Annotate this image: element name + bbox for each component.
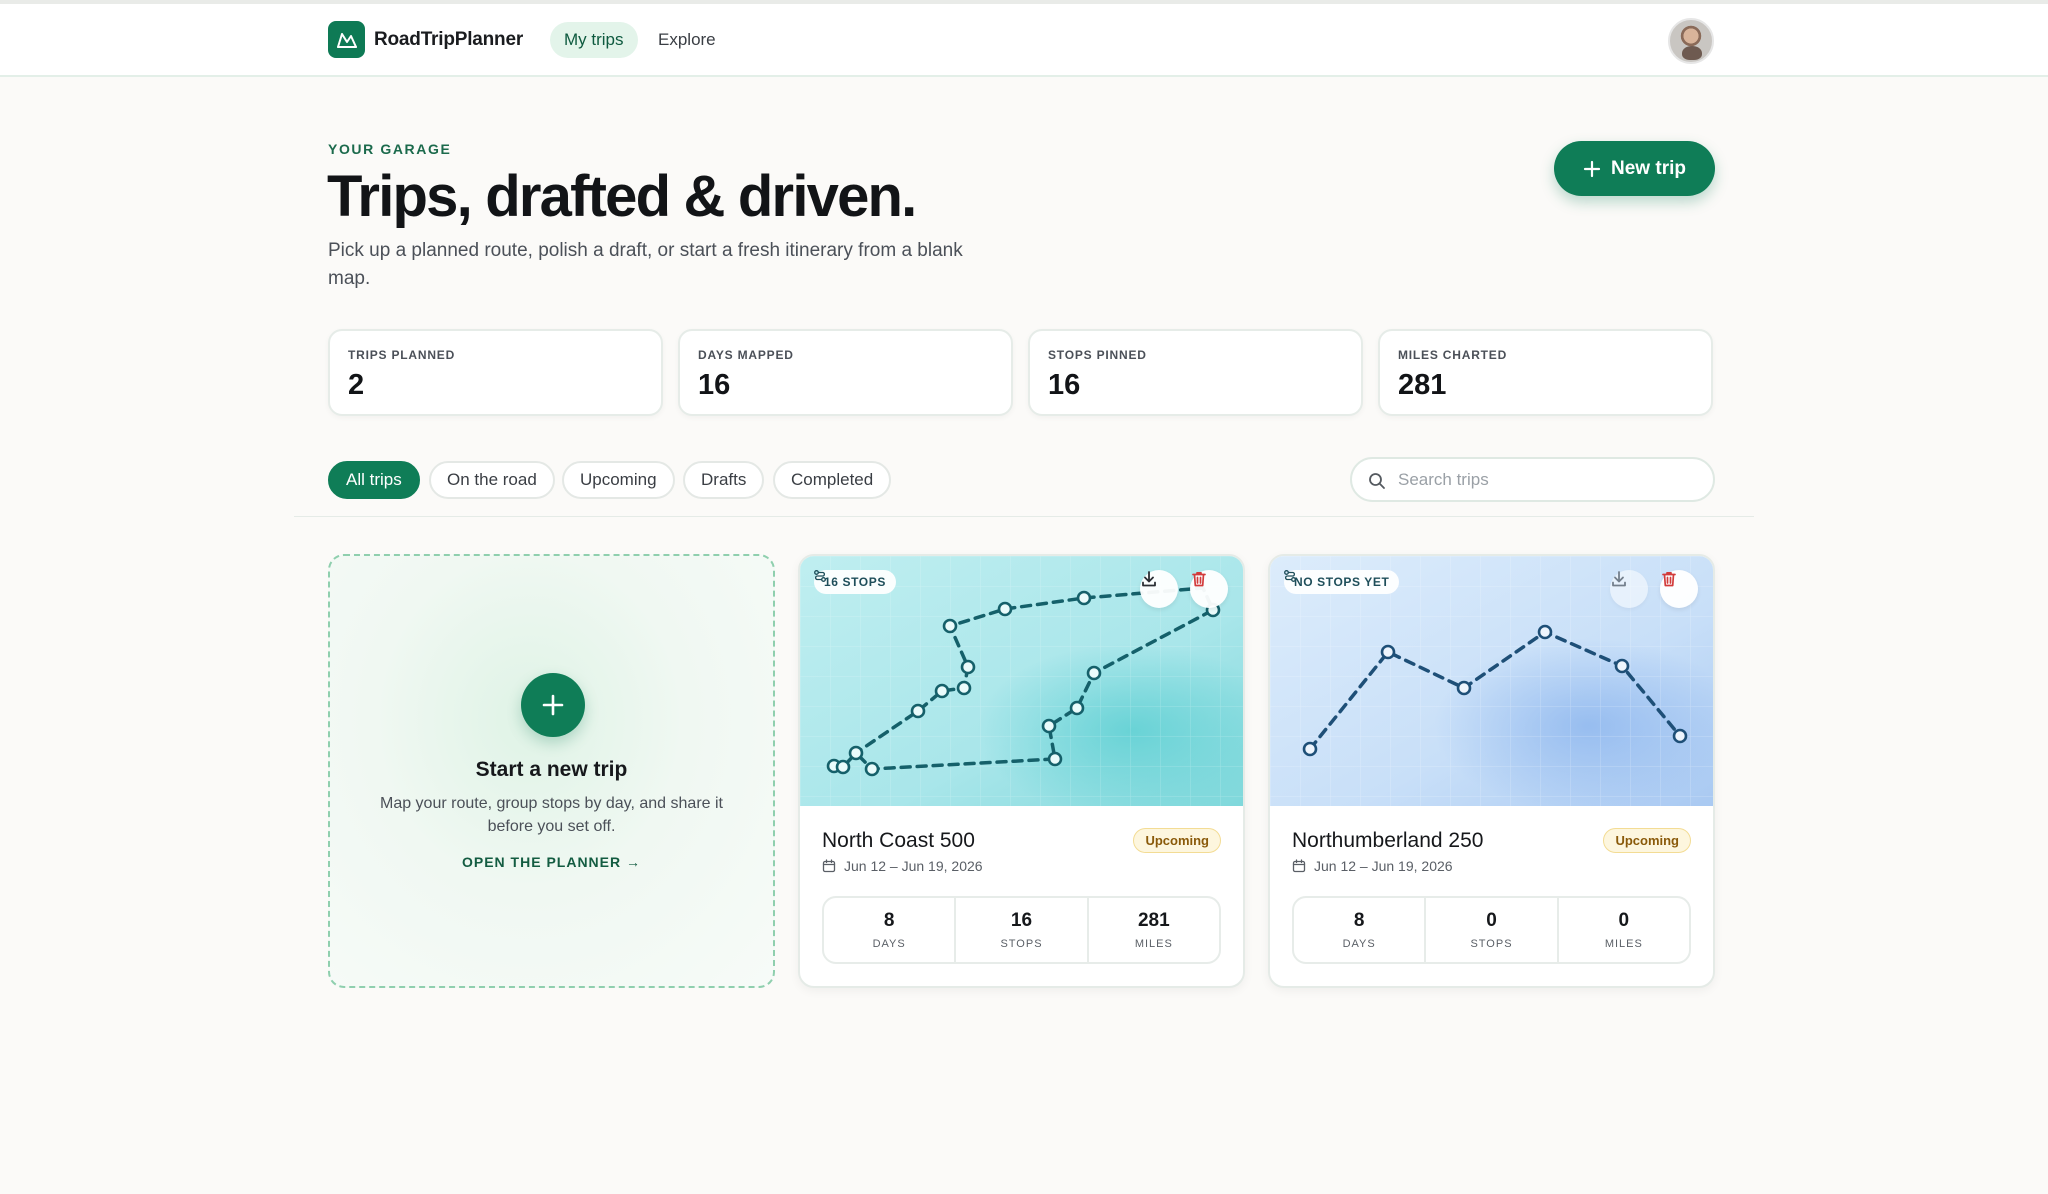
- trip-card[interactable]: NO STOPS YET Northumberland 250 Upcoming…: [1268, 554, 1715, 988]
- trip-stat-stops: 16 STOPS: [956, 898, 1089, 962]
- stat-value: 16: [698, 369, 731, 401]
- status-badge: Upcoming: [1133, 828, 1221, 853]
- add-trip-button[interactable]: [521, 673, 585, 737]
- status-badge: Upcoming: [1603, 828, 1691, 853]
- app-header: RoadTripPlanner My trips Explore: [0, 4, 2048, 77]
- filter-on-the-road[interactable]: On the road: [429, 461, 555, 499]
- trip-stat-value: 16: [1010, 910, 1033, 931]
- download-icon: [1612, 571, 1626, 587]
- trip-stat-days: 8 DAYS: [1294, 898, 1427, 962]
- calendar-icon: [822, 859, 836, 873]
- mountain-logo-icon[interactable]: [328, 21, 365, 58]
- trip-stat-stops: 0 STOPS: [1426, 898, 1559, 962]
- download-trip-button[interactable]: [1610, 570, 1648, 608]
- page-title: Trips, drafted & driven.: [327, 164, 917, 229]
- route-icon: [1284, 570, 1296, 582]
- stat-label: DAYS MAPPED: [698, 348, 794, 362]
- route-map-preview: 16 STOPS: [800, 556, 1243, 806]
- filter-upcoming[interactable]: Upcoming: [562, 461, 675, 499]
- trip-stat-label: DAYS: [872, 938, 906, 950]
- search-input[interactable]: [1398, 467, 1698, 493]
- route-icon: [814, 570, 826, 582]
- trash-icon: [1192, 571, 1206, 587]
- stat-card-stops-pinned: STOPS PINNED 16: [1028, 329, 1363, 416]
- new-trip-button-label: New trip: [1611, 157, 1686, 179]
- filter-completed[interactable]: Completed: [773, 461, 892, 499]
- stat-label: TRIPS PLANNED: [348, 348, 456, 362]
- open-planner-link[interactable]: OPEN THE PLANNER →: [330, 854, 773, 870]
- stat-value: 2: [348, 369, 365, 401]
- calendar-icon: [1292, 859, 1306, 873]
- delete-trip-button[interactable]: [1190, 570, 1228, 608]
- trip-card[interactable]: 16 STOPS North Coast 500 Upcoming Jun 12…: [798, 554, 1245, 988]
- stops-badge-label: 16 STOPS: [824, 575, 886, 589]
- trip-date-range: Jun 12 – Jun 19, 2026: [1292, 858, 1453, 874]
- brand-name[interactable]: RoadTripPlanner: [374, 29, 523, 51]
- trip-dates-text: Jun 12 – Jun 19, 2026: [844, 858, 983, 874]
- stops-count-badge: 16 STOPS: [814, 570, 896, 594]
- route-map-preview: NO STOPS YET: [1270, 556, 1713, 806]
- nav-tab-my-trips[interactable]: My trips: [550, 22, 638, 58]
- stat-value: 281: [1398, 369, 1447, 401]
- search-icon: [1369, 473, 1385, 489]
- download-icon: [1142, 571, 1156, 587]
- trip-stat-miles: 281 MILES: [1089, 898, 1219, 962]
- trip-stat-value: 8: [1353, 910, 1365, 931]
- filter-drafts[interactable]: Drafts: [683, 461, 765, 499]
- trip-stat-label: STOPS: [1470, 938, 1513, 950]
- start-new-trip-card[interactable]: Start a new trip Map your route, group s…: [328, 554, 775, 988]
- search-box[interactable]: [1350, 457, 1715, 502]
- trip-date-range: Jun 12 – Jun 19, 2026: [822, 858, 983, 874]
- page-eyebrow: YOUR GARAGE: [328, 141, 452, 157]
- stops-count-badge: NO STOPS YET: [1284, 570, 1400, 594]
- trip-stat-days: 8 DAYS: [824, 898, 957, 962]
- trip-stat-miles: 0 MILES: [1559, 898, 1689, 962]
- trip-stats: 8 DAYS 16 STOPS 281 MILES: [822, 896, 1221, 964]
- stat-label: STOPS PINNED: [1048, 348, 1147, 362]
- trip-name[interactable]: North Coast 500: [822, 829, 975, 853]
- trip-stat-label: MILES: [1604, 938, 1643, 950]
- new-trip-button[interactable]: New trip: [1554, 141, 1715, 196]
- stops-badge-label: NO STOPS YET: [1294, 575, 1390, 589]
- trip-stat-value: 8: [883, 910, 895, 931]
- stat-card-miles-charted: MILES CHARTED 281: [1378, 329, 1713, 416]
- nav-tab-explore[interactable]: Explore: [644, 22, 730, 58]
- page-subtitle: Pick up a planned route, polish a draft,…: [328, 240, 963, 289]
- trip-dates-text: Jun 12 – Jun 19, 2026: [1314, 858, 1453, 874]
- plus-icon: [542, 694, 564, 716]
- trash-icon: [1662, 571, 1676, 587]
- user-avatar[interactable]: [1668, 18, 1714, 64]
- filter-all-trips[interactable]: All trips: [328, 461, 420, 499]
- stat-label: MILES CHARTED: [1398, 348, 1508, 362]
- plus-icon: [1583, 160, 1601, 177]
- new-trip-card-title: Start a new trip: [475, 758, 628, 781]
- trip-stat-value: 281: [1137, 910, 1170, 931]
- new-trip-card-description: Map your route, group stops by day, and …: [379, 795, 723, 835]
- trip-stat-label: MILES: [1134, 938, 1173, 950]
- stat-card-trips-planned: TRIPS PLANNED 2: [328, 329, 663, 416]
- trip-stat-value: 0: [1486, 910, 1497, 931]
- trip-stat-value: 0: [1618, 910, 1630, 931]
- stat-card-days-mapped: DAYS MAPPED 16: [678, 329, 1013, 416]
- delete-trip-button[interactable]: [1660, 570, 1698, 608]
- trip-stats: 8 DAYS 0 STOPS 0 MILES: [1292, 896, 1691, 964]
- trip-name[interactable]: Northumberland 250: [1292, 829, 1483, 853]
- trip-stat-label: DAYS: [1342, 938, 1376, 950]
- download-trip-button[interactable]: [1140, 570, 1178, 608]
- stat-value: 16: [1048, 369, 1081, 401]
- trip-stat-label: STOPS: [1000, 938, 1043, 950]
- section-divider: [294, 516, 1754, 517]
